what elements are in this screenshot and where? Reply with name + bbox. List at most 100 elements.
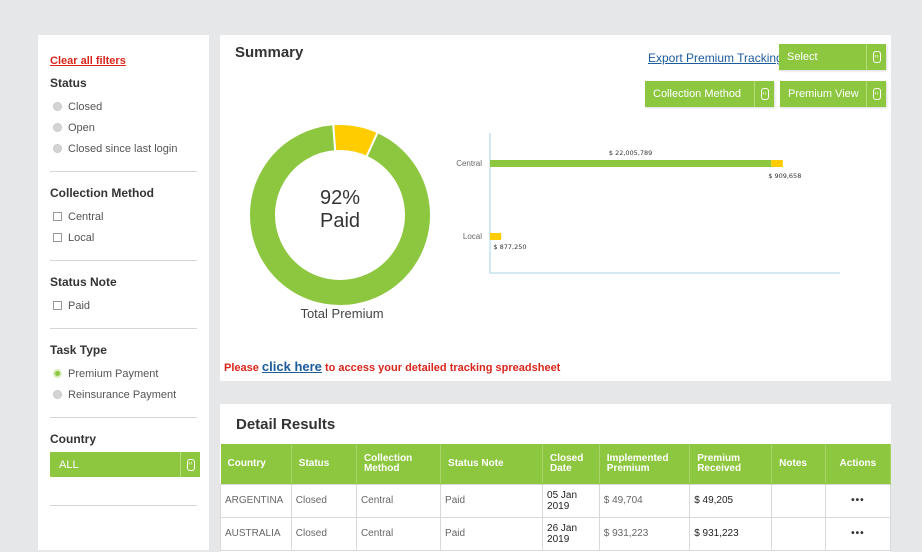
option-label: Paid <box>68 299 91 312</box>
table-cell-notes <box>771 516 826 551</box>
option-label: Central <box>68 210 104 223</box>
summary-panel: Summary Export Premium Tracking Select ‹… <box>220 35 891 381</box>
filter-sidebar: Clear all filters Status Closed Open Clo… <box>38 35 209 550</box>
status-option-closed[interactable]: Closed <box>50 96 197 117</box>
note-text: Please <box>224 362 262 374</box>
collection-method-dropdown-label: Collection Method <box>653 88 742 100</box>
bar-central-series-1 <box>771 160 783 167</box>
table-cell-country: AUSTRALIA <box>220 516 292 551</box>
option-label: Local <box>68 231 95 244</box>
select-dropdown-label: Select <box>787 51 818 63</box>
table-row: ARGENTINA Closed Central Paid 05 Jan 2019 $ 4… <box>220 483 892 518</box>
bar-central-series-0 <box>490 160 772 167</box>
table-cell-collection-method: Central <box>355 516 442 551</box>
table-cell-status: Closed <box>290 516 357 551</box>
bar-category-label: Central <box>456 159 482 168</box>
donut-center-label: 92% Paid <box>319 187 361 232</box>
column-header-collection-method[interactable]: Collection Method <box>356 444 442 484</box>
table-cell-country: ARGENTINA <box>220 483 292 518</box>
column-header-status[interactable]: Status <box>291 444 357 484</box>
select-arrows-icon[interactable]: ‹› <box>866 44 886 70</box>
status-option-open[interactable]: Open <box>50 117 197 138</box>
checkbox-icon[interactable] <box>53 233 62 242</box>
table-header-row: Country Status Collection Method Status Not… <box>220 444 892 484</box>
select-arrows-icon[interactable]: ‹› <box>180 452 200 477</box>
radio-icon[interactable] <box>53 390 62 399</box>
collection-option-local[interactable]: Local <box>50 227 197 248</box>
option-label: Closed <box>68 100 103 113</box>
column-header-closed-date[interactable]: Closed Date <box>542 444 600 484</box>
column-header-status-note[interactable]: Status Note <box>440 444 544 484</box>
country-filter-title: Country <box>50 432 96 446</box>
collection-option-central[interactable]: Central <box>50 206 197 227</box>
status-note-filter-title: Status Note <box>50 275 117 289</box>
row-actions-menu-icon[interactable]: ••• <box>824 483 892 518</box>
premium-view-dropdown-label: Premium View <box>788 88 859 100</box>
detail-results-title: Detail Results <box>236 416 336 433</box>
column-header-premium-received[interactable]: Premium Received <box>689 444 773 484</box>
premium-view-dropdown[interactable]: Premium View ‹› <box>780 81 886 107</box>
select-dropdown[interactable]: Select ‹› <box>779 44 886 70</box>
radio-icon[interactable] <box>53 144 62 153</box>
table-cell-premium-received: $ 49,205 <box>689 483 773 518</box>
country-select[interactable]: ALL ‹› <box>50 452 200 477</box>
radio-selected-icon[interactable] <box>53 369 62 378</box>
status-filter-title: Status <box>50 76 87 90</box>
detail-results-panel: Detail Results Country Status Collection M… <box>220 404 892 552</box>
bar-data-label: $ 22,005,789 <box>609 149 652 157</box>
radio-icon[interactable] <box>53 102 62 111</box>
donut-caption: Total Premium <box>300 306 384 321</box>
table-cell-implemented-premium: $ 931,223 <box>598 516 691 551</box>
option-label: Reinsurance Payment <box>68 388 177 401</box>
divider <box>50 417 197 418</box>
task-type-filter-title: Task Type <box>50 343 107 357</box>
collection-method-filter-title: Collection Method <box>50 186 154 200</box>
radio-icon[interactable] <box>53 123 62 132</box>
status-note-option-paid[interactable]: Paid <box>50 295 197 316</box>
checkbox-icon[interactable] <box>53 212 62 221</box>
table-cell-premium-received: $ 931,223 <box>689 516 773 551</box>
divider <box>50 260 197 261</box>
collection-method-dropdown[interactable]: Collection Method ‹› <box>645 81 774 107</box>
column-header-implemented-premium[interactable]: Implemented Premium <box>599 444 691 484</box>
column-header-actions[interactable]: Actions <box>825 444 892 484</box>
note-text: to access your detailed tracking spreads… <box>321 362 561 374</box>
table-row: AUSTRALIA Closed Central Paid 26 Jan 2019 $ 9… <box>220 516 892 551</box>
table-cell-notes <box>771 483 826 518</box>
click-here-link[interactable]: click here <box>262 359 322 374</box>
select-arrows-icon[interactable]: ‹› <box>866 81 886 107</box>
divider <box>50 171 197 172</box>
export-premium-tracking-link[interactable]: Export Premium Tracking <box>648 51 783 65</box>
table-cell-implemented-premium: $ 49,704 <box>598 483 691 518</box>
bar-category-label: Local <box>463 232 482 241</box>
tracking-note: Please click here to access your detaile… <box>224 359 560 374</box>
column-header-notes[interactable]: Notes <box>771 444 826 484</box>
table-cell-closed-date: 26 Jan 2019 <box>542 516 600 551</box>
status-option-closed-since-login[interactable]: Closed since last login <box>50 138 197 159</box>
summary-title: Summary <box>235 44 304 61</box>
bar-local-series-1 <box>490 233 502 240</box>
bar-data-label: $ 877,250 <box>493 243 526 251</box>
option-label: Open <box>68 121 95 134</box>
bar-data-label: $ 909,658 <box>768 172 801 180</box>
table-cell-status-note: Paid <box>440 483 544 518</box>
row-actions-menu-icon[interactable]: ••• <box>824 516 892 551</box>
table-cell-status-note: Paid <box>440 516 544 551</box>
divider <box>50 328 197 329</box>
task-option-premium-payment[interactable]: Premium Payment <box>50 363 197 384</box>
country-select-value: ALL <box>59 458 79 471</box>
table-cell-closed-date: 05 Jan 2019 <box>542 483 600 518</box>
table-cell-collection-method: Central <box>355 483 442 518</box>
checkbox-icon[interactable] <box>53 301 62 310</box>
option-label: Premium Payment <box>68 367 159 380</box>
table-cell-status: Closed <box>290 483 357 518</box>
task-option-reinsurance-payment[interactable]: Reinsurance Payment <box>50 384 197 405</box>
column-header-country[interactable]: Country <box>220 444 292 484</box>
collection-method-bar-chart: Central $ 22,005,789 $ 909,658 Local $ 877,2… <box>456 133 840 274</box>
clear-all-filters-link[interactable]: Clear all filters <box>50 55 197 67</box>
table-body: ARGENTINA Closed Central Paid 05 Jan 2019 $ 4… <box>220 483 892 551</box>
detail-results-table: Country Status Collection Method Status Not… <box>220 444 892 551</box>
option-label: Closed since last login <box>68 142 178 155</box>
select-arrows-icon[interactable]: ‹› <box>754 81 774 107</box>
divider <box>50 505 197 506</box>
